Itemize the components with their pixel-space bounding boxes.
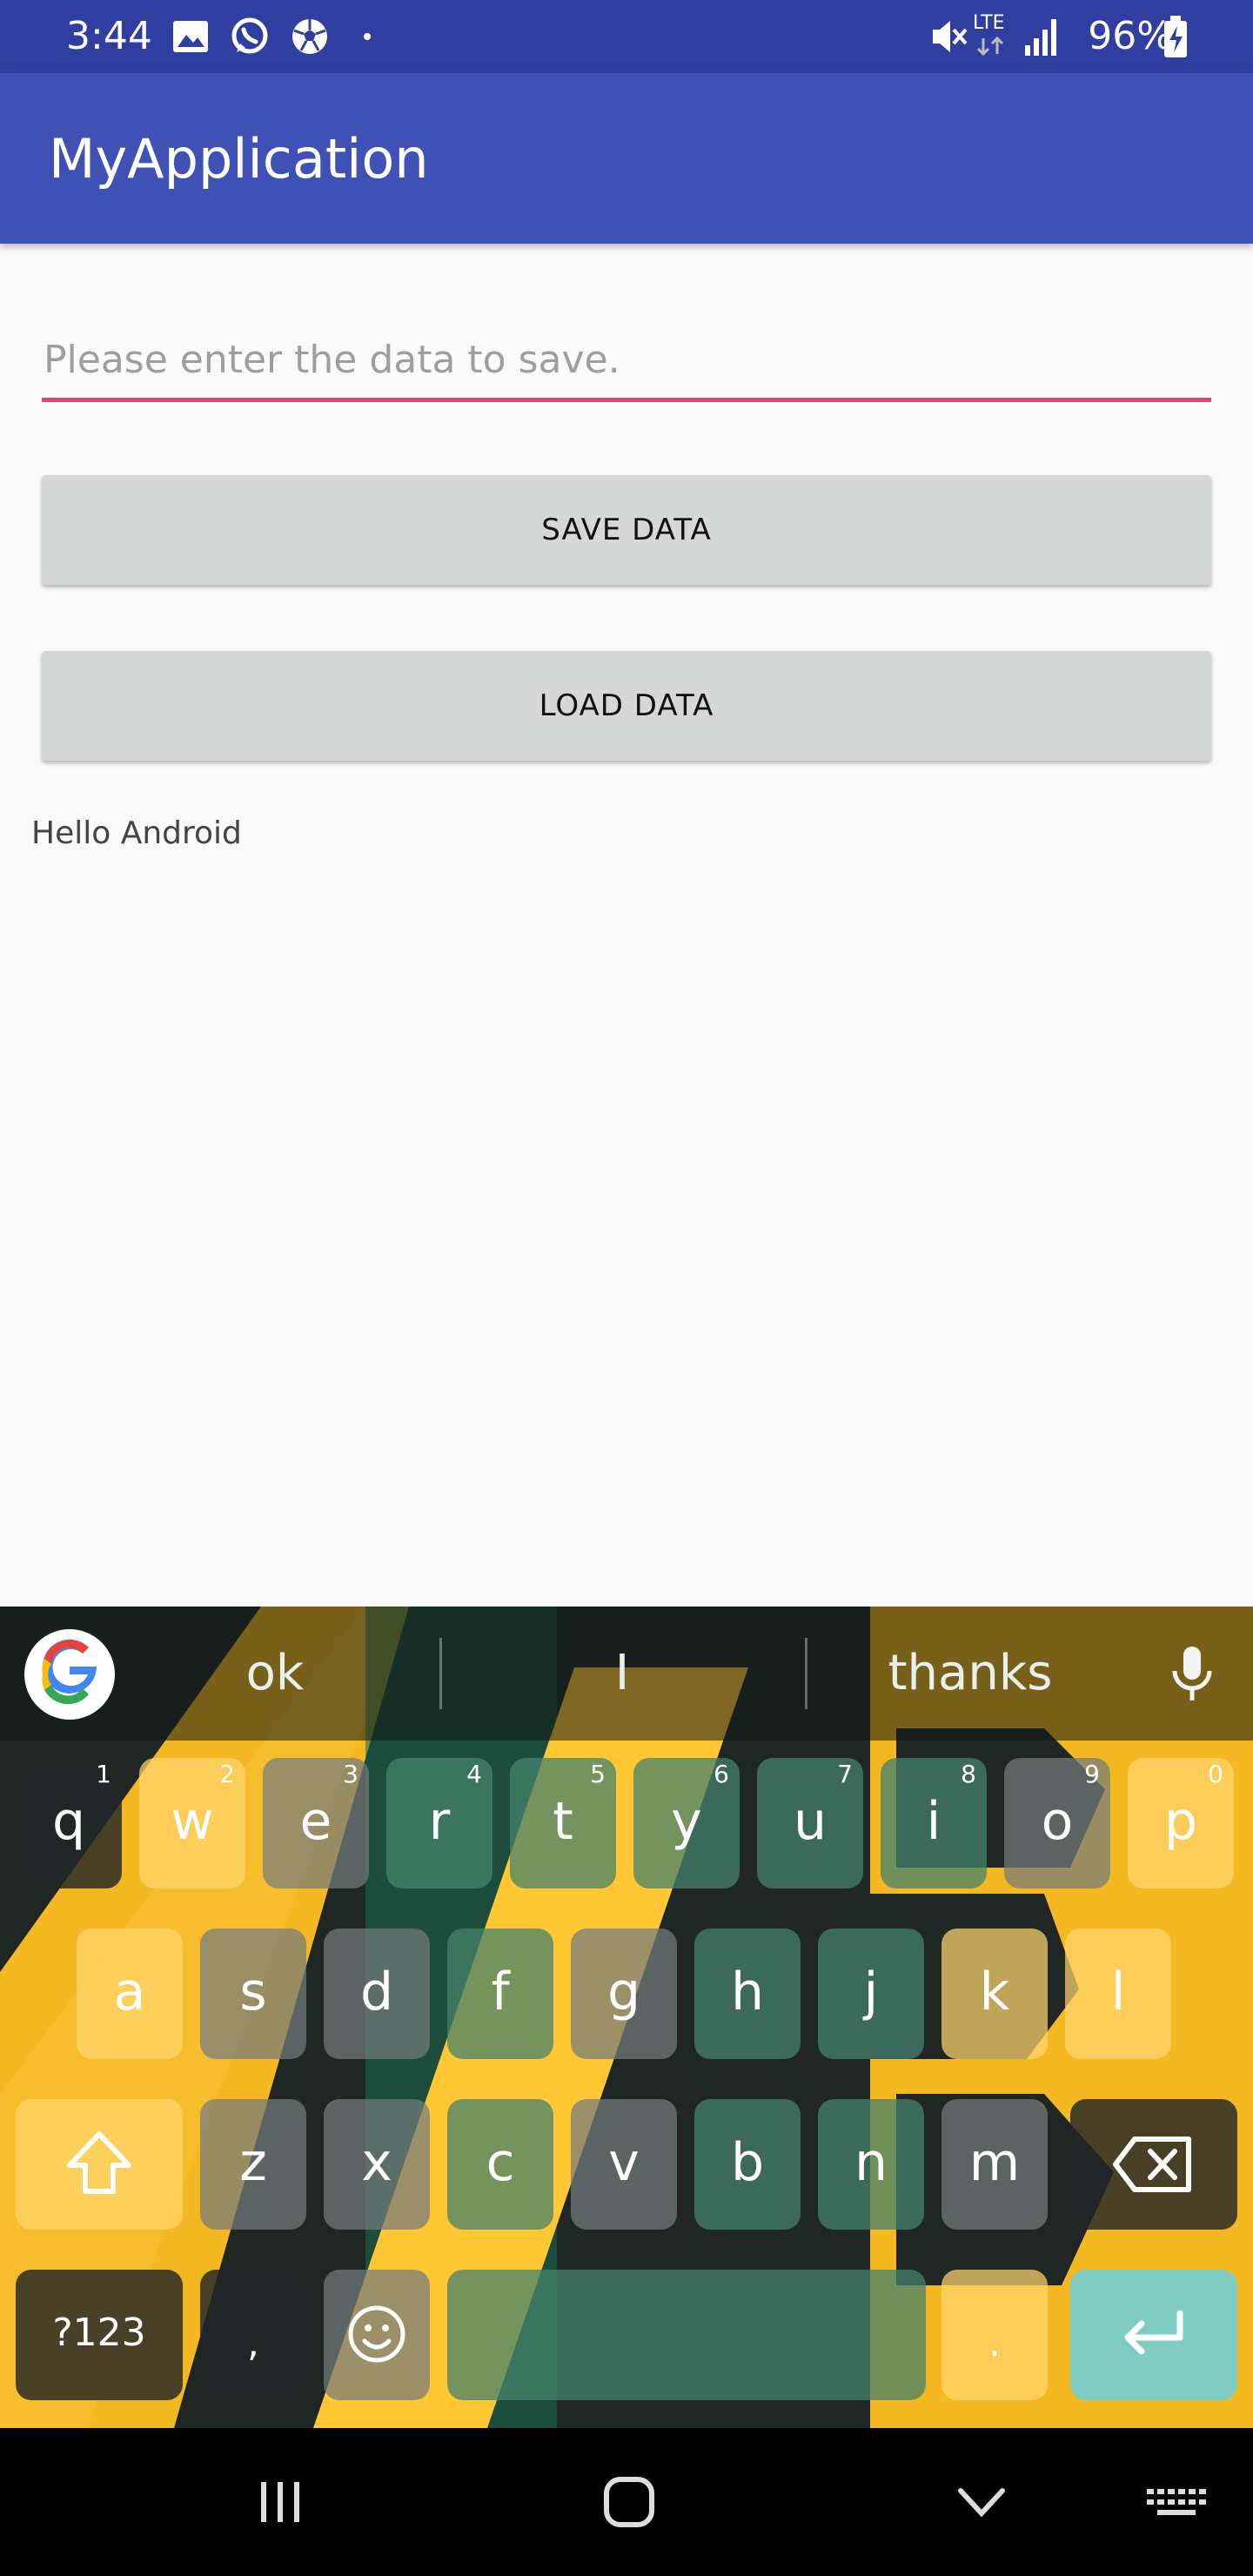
- key-q[interactable]: q1: [16, 1758, 122, 1888]
- key-a[interactable]: a: [77, 1929, 183, 2059]
- key-t[interactable]: t5: [510, 1758, 616, 1888]
- status-bar: 3:44 LTE 96%: [0, 0, 1253, 73]
- period-key[interactable]: .: [941, 2270, 1048, 2400]
- vibrate-mute-icon: [933, 21, 968, 52]
- data-input-field[interactable]: [42, 322, 1211, 402]
- lte-arrows-icon: [976, 36, 1004, 57]
- key-o[interactable]: o9: [1004, 1758, 1110, 1888]
- suggestion-2[interactable]: I: [539, 1607, 705, 1741]
- backspace-icon: [1113, 2137, 1191, 2192]
- key-v[interactable]: v: [571, 2099, 677, 2230]
- suggestion-divider: [439, 1638, 442, 1709]
- key-b[interactable]: b: [694, 2099, 801, 2230]
- symbols-key[interactable]: ?123: [16, 2270, 183, 2400]
- key-i[interactable]: i8: [881, 1758, 987, 1888]
- chevron-down-icon[interactable]: [954, 2473, 1009, 2531]
- image-icon: [173, 21, 208, 52]
- key-d[interactable]: d: [324, 1929, 430, 2059]
- backspace-key[interactable]: [1070, 2099, 1237, 2230]
- app-bar: MyApplication: [0, 73, 1253, 244]
- key-n[interactable]: n: [818, 2099, 924, 2230]
- suggestion-bar: ok I thanks: [0, 1607, 1253, 1741]
- microphone-icon[interactable]: [1168, 1643, 1216, 1706]
- recent-apps-icon[interactable]: [254, 2473, 306, 2531]
- soft-keyboard: ok I thanks q1 w2 e3 r4 t5 y6 u7 i8 o9 p…: [0, 1607, 1253, 2428]
- key-k[interactable]: k: [941, 1929, 1048, 2059]
- emoji-key[interactable]: [324, 2270, 430, 2400]
- key-m[interactable]: m: [941, 2099, 1048, 2230]
- soccer-ball-icon: [292, 19, 327, 54]
- dot-icon: [364, 33, 371, 40]
- google-icon[interactable]: [24, 1629, 115, 1720]
- key-y[interactable]: y6: [633, 1758, 740, 1888]
- shift-arrow-icon: [67, 2131, 131, 2194]
- key-p[interactable]: p0: [1128, 1758, 1234, 1888]
- lte-icon: LTE: [973, 12, 1005, 34]
- key-w[interactable]: w2: [139, 1758, 245, 1888]
- enter-key[interactable]: [1070, 2270, 1237, 2400]
- app-title: MyApplication: [49, 127, 429, 191]
- suggestion-1[interactable]: ok: [197, 1607, 353, 1741]
- signal-icon: [1025, 19, 1056, 56]
- space-bar[interactable]: [447, 2270, 926, 2400]
- key-g[interactable]: g: [571, 1929, 677, 2059]
- key-c[interactable]: c: [447, 2099, 553, 2230]
- suggestion-divider: [805, 1638, 807, 1709]
- output-text: Hello Android: [31, 815, 242, 851]
- key-s[interactable]: s: [200, 1929, 306, 2059]
- whatsapp-icon: [231, 17, 268, 54]
- status-time: 3:44: [66, 14, 152, 58]
- key-x[interactable]: x: [324, 2099, 430, 2230]
- shift-key[interactable]: [16, 2099, 183, 2230]
- key-r[interactable]: r4: [386, 1758, 492, 1888]
- key-e[interactable]: e3: [263, 1758, 369, 1888]
- home-icon[interactable]: [600, 2473, 658, 2531]
- navigation-bar: [0, 2428, 1253, 2576]
- key-f[interactable]: f: [447, 1929, 553, 2059]
- key-u[interactable]: u7: [757, 1758, 863, 1888]
- battery-charging-icon: [1164, 16, 1187, 57]
- key-j[interactable]: j: [818, 1929, 924, 2059]
- key-l[interactable]: l: [1065, 1929, 1171, 2059]
- emoji-icon: [348, 2305, 405, 2363]
- key-z[interactable]: z: [200, 2099, 306, 2230]
- comma-key[interactable]: ,: [200, 2270, 306, 2400]
- keyboard-switch-icon[interactable]: [1145, 2473, 1206, 2531]
- load-data-button[interactable]: LOAD DATA: [42, 651, 1211, 761]
- key-h[interactable]: h: [694, 1929, 801, 2059]
- enter-arrow-icon: [1124, 2310, 1183, 2355]
- save-data-button[interactable]: SAVE DATA: [42, 475, 1211, 585]
- suggestion-3[interactable]: thanks: [853, 1607, 1088, 1741]
